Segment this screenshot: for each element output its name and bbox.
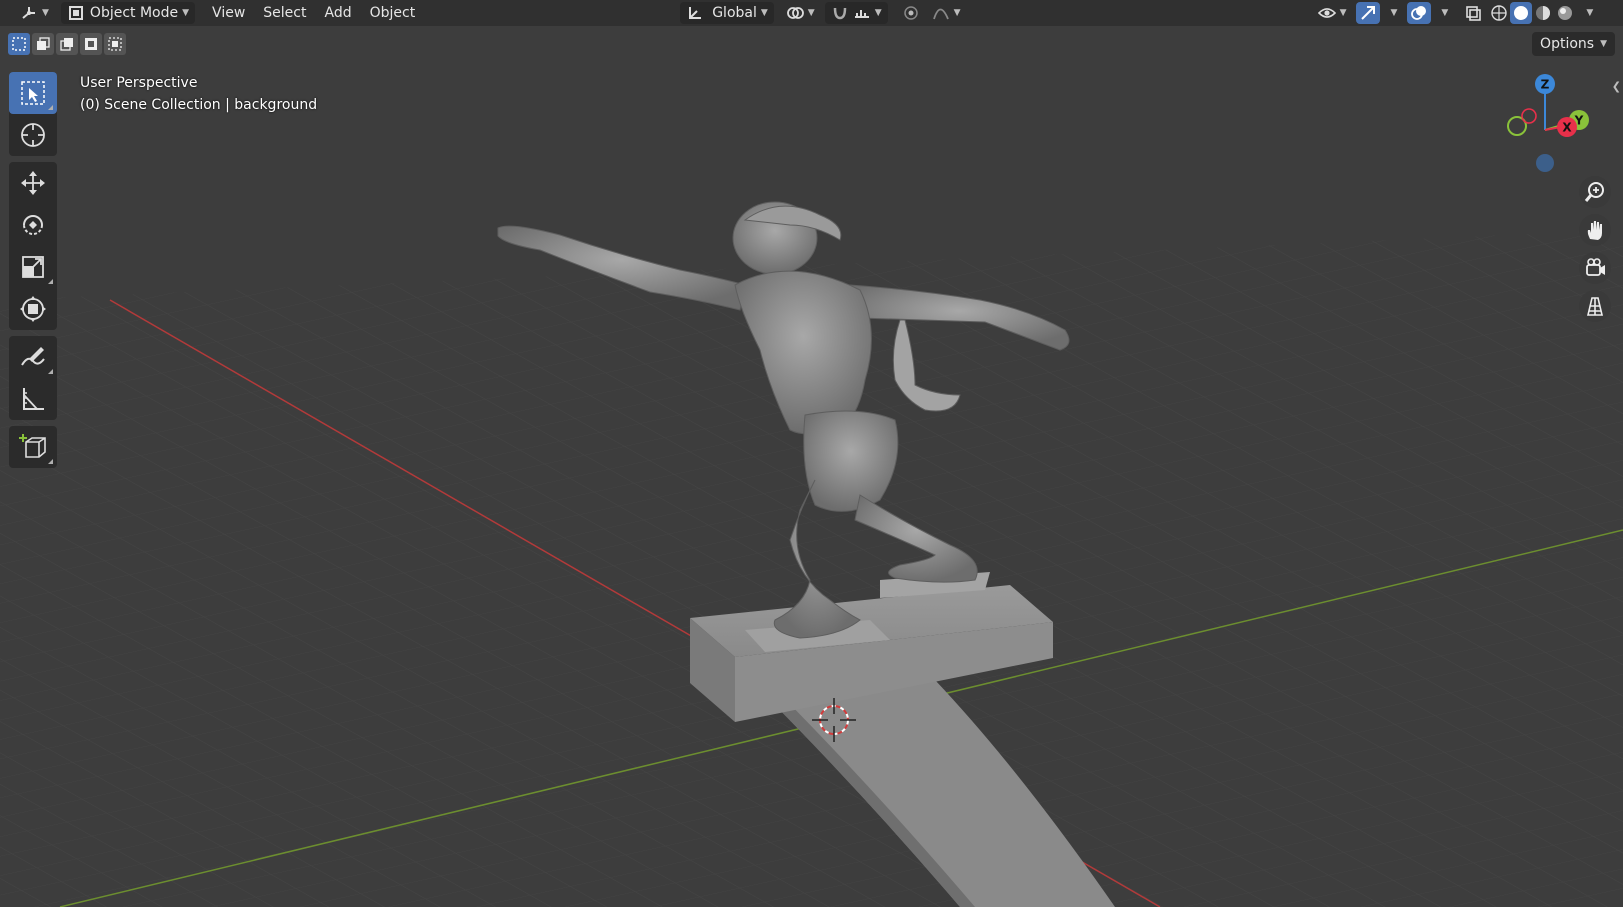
snap-toggle[interactable]: ▼ [824, 2, 888, 24]
select-mode-bar [8, 33, 126, 55]
z-axis-handle[interactable]: Z [1535, 74, 1555, 94]
x-axis-label: X [1562, 121, 1572, 135]
viewport-header: ▼ Object Mode ▼ View Select Add Object G… [0, 0, 1623, 26]
xray-toggle[interactable] [1458, 2, 1488, 24]
pan-hand-icon [1587, 221, 1602, 240]
cursor-tool[interactable] [9, 114, 57, 156]
measure-icon [23, 388, 44, 410]
options-label: Options [1540, 36, 1595, 52]
menu-object[interactable]: Object [361, 5, 425, 21]
select-subtract-button[interactable] [56, 33, 78, 55]
select-intersect-button[interactable] [104, 33, 126, 55]
object-mode-label: Object Mode [89, 5, 179, 21]
move-icon [21, 171, 45, 195]
select-box-tool[interactable] [9, 72, 57, 114]
visibility-icon [1317, 8, 1336, 18]
move-tool[interactable] [9, 162, 57, 204]
xray-icon [1466, 6, 1482, 21]
select-extend-button[interactable] [32, 33, 54, 55]
snap-icon [833, 7, 846, 20]
overlay-icon [1411, 6, 1427, 20]
select-invert-icon [85, 38, 97, 50]
cursor-icon [21, 123, 45, 147]
camera-view-icon [1586, 258, 1605, 276]
orientation-label: Global [712, 5, 757, 21]
rendered-shading-icon [1558, 6, 1573, 20]
ortho-toggle-button[interactable] [1579, 290, 1611, 322]
transform-orientation-dropdown[interactable]: Global ▼ [680, 2, 774, 24]
neg-z-axis-handle[interactable] [1536, 154, 1554, 172]
scale-icon [22, 256, 44, 278]
solid-shading-icon [1514, 6, 1529, 20]
add-cube-icon [19, 434, 46, 458]
scene-canvas[interactable] [0, 0, 1623, 907]
overlay-toggle[interactable] [1407, 2, 1432, 24]
select-extend-icon [37, 37, 50, 50]
select-subtract-icon [60, 38, 73, 51]
annotate-icon [21, 347, 45, 366]
x-axis-handle[interactable]: X [1557, 117, 1577, 137]
proportional-edit-toggle[interactable] [896, 2, 926, 24]
annotate-tool[interactable] [9, 336, 57, 378]
select-new-button[interactable] [8, 33, 30, 55]
snap-target-icon [854, 10, 869, 18]
3d-viewport[interactable] [0, 0, 1623, 907]
select-new-icon [12, 37, 26, 51]
sidebar-collapse-arrow[interactable]: ❮ [1612, 80, 1621, 93]
pivot-point-dropdown[interactable]: ▼ [780, 2, 821, 24]
solid-shading-button[interactable] [1510, 2, 1533, 24]
z-axis-label: Z [1541, 78, 1550, 92]
falloff-dropdown[interactable]: ▼ [926, 2, 967, 24]
gizmo-toggle[interactable] [1356, 2, 1381, 24]
select-box-icon [21, 81, 45, 105]
transform-orientation-icon [689, 7, 702, 19]
neg-x-axis-handle[interactable] [1521, 108, 1537, 124]
object-mode-icon [68, 6, 83, 20]
perspective-label: User Perspective [80, 75, 198, 91]
overlay-dropdown[interactable]: ▼ [1431, 2, 1454, 24]
zoom-button[interactable] [1579, 176, 1611, 208]
proportional-edit-icon [903, 6, 918, 20]
zoom-icon [1584, 182, 1604, 202]
camera-view-button[interactable] [1579, 252, 1611, 284]
ortho-grid-icon [1586, 297, 1604, 316]
editor-type-button[interactable]: ▼ [14, 2, 55, 24]
rendered-shading-button[interactable] [1554, 2, 1576, 24]
tool-shelf [9, 72, 57, 474]
shading-dropdown[interactable]: ▼ [1576, 2, 1599, 24]
menu-view[interactable]: View [203, 5, 254, 21]
select-intersect-icon [108, 37, 122, 51]
add-cube-tool[interactable] [9, 426, 57, 468]
material-shading-button[interactable] [1532, 2, 1554, 24]
rotate-icon [23, 215, 43, 235]
visibility-dropdown[interactable]: ▼ [1312, 2, 1353, 24]
measure-tool[interactable] [9, 378, 57, 420]
transform-tool[interactable] [9, 288, 57, 330]
select-invert-button[interactable] [80, 33, 102, 55]
pivot-point-icon [786, 7, 804, 19]
material-shading-icon [1536, 6, 1551, 20]
pan-button[interactable] [1579, 214, 1611, 246]
menu-add[interactable]: Add [315, 5, 360, 21]
menu-select[interactable]: Select [254, 5, 315, 21]
options-dropdown[interactable]: Options ▼ [1532, 32, 1615, 56]
navigation-gizmo[interactable]: Z Y X [1483, 72, 1593, 182]
scale-tool[interactable] [9, 246, 57, 288]
transform-icon [20, 296, 46, 322]
wireframe-shading-icon [1491, 5, 1508, 21]
collection-label: (0) Scene Collection | background [80, 97, 318, 113]
viewport-info: User Perspective (0) Scene Collection | … [80, 72, 317, 116]
falloff-icon [932, 8, 949, 20]
gizmo-icon [1361, 6, 1376, 20]
rotate-tool[interactable] [9, 204, 57, 246]
editor-type-icon [22, 7, 35, 19]
gizmo-dropdown[interactable]: ▼ [1380, 2, 1403, 24]
object-mode-dropdown[interactable]: Object Mode ▼ [60, 2, 196, 24]
wireframe-shading-button[interactable] [1488, 2, 1510, 24]
